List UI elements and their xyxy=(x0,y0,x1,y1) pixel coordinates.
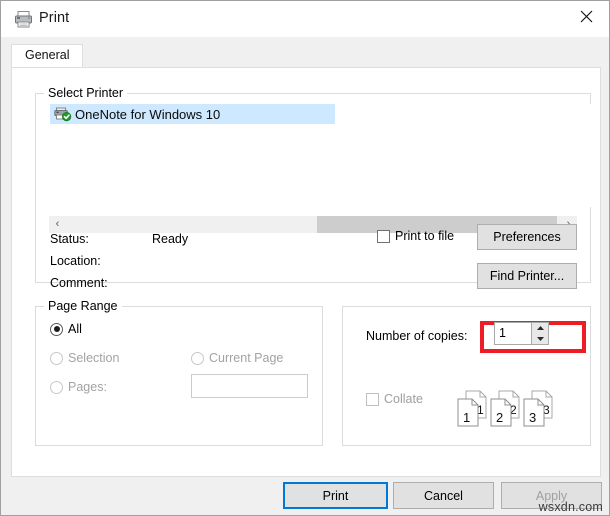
status-label: Status: xyxy=(50,232,89,246)
select-printer-group: Select Printer OneNote for Windows 10 ‹ … xyxy=(35,86,591,290)
radio-pages-label: Pages: xyxy=(68,380,107,394)
title-bar: Print xyxy=(1,1,609,37)
tab-page-general: Select Printer OneNote for Windows 10 ‹ … xyxy=(11,67,601,477)
radio-selection[interactable]: Selection xyxy=(50,351,119,365)
select-printer-legend: Select Printer xyxy=(44,86,128,100)
copies-input[interactable] xyxy=(499,326,529,340)
down-arrow-icon[interactable] xyxy=(532,333,548,344)
copies-group: Number of copies: Collate xyxy=(342,306,591,446)
checkbox-box xyxy=(366,392,379,406)
cancel-button[interactable]: Cancel xyxy=(393,482,494,509)
radio-all-label: All xyxy=(68,322,82,336)
collate-illustration-icon: 1 1 2 2 3 3 xyxy=(455,389,565,431)
collate-checkbox[interactable]: Collate xyxy=(366,392,423,406)
print-to-file-label: Print to file xyxy=(395,229,455,243)
window-title: Print xyxy=(39,10,70,26)
spinner-buttons xyxy=(531,323,548,344)
watermark: wsxdn.com xyxy=(538,500,603,514)
find-printer-button[interactable]: Find Printer... xyxy=(477,263,577,289)
print-dialog: Print General Select Printer OneNote for… xyxy=(0,0,610,516)
radio-indicator xyxy=(50,380,63,394)
print-to-file-checkbox[interactable]: Print to file xyxy=(377,229,454,243)
up-arrow-icon[interactable] xyxy=(532,323,548,334)
scroll-left-icon[interactable]: ‹ xyxy=(49,216,66,233)
page-range-legend: Page Range xyxy=(44,299,122,313)
location-label: Location: xyxy=(50,254,101,268)
preferences-button[interactable]: Preferences xyxy=(477,224,577,250)
pages-input[interactable] xyxy=(191,374,308,398)
printer-default-icon xyxy=(54,106,72,122)
number-of-copies-label: Number of copies: xyxy=(366,329,468,343)
comment-label: Comment: xyxy=(50,276,108,290)
close-button[interactable] xyxy=(563,1,609,32)
radio-current-page[interactable]: Current Page xyxy=(191,351,283,365)
page-range-group: Page Range All Selection Current Page Pa… xyxy=(35,299,323,446)
svg-text:2: 2 xyxy=(496,410,503,425)
collate-label: Collate xyxy=(384,392,423,406)
radio-indicator xyxy=(191,351,204,365)
radio-indicator xyxy=(50,322,63,336)
radio-indicator xyxy=(50,351,63,365)
printer-list[interactable]: OneNote for Windows 10 xyxy=(37,104,591,207)
print-button[interactable]: Print xyxy=(283,482,388,509)
radio-pages[interactable]: Pages: xyxy=(50,380,107,394)
printer-name: OneNote for Windows 10 xyxy=(75,106,221,122)
tab-strip: General xyxy=(1,37,609,68)
radio-current-page-label: Current Page xyxy=(209,351,284,365)
svg-text:3: 3 xyxy=(529,410,536,425)
tab-general[interactable]: General xyxy=(11,44,84,68)
copies-spinner[interactable] xyxy=(494,322,549,345)
status-value: Ready xyxy=(152,232,189,246)
radio-selection-label: Selection xyxy=(68,351,120,365)
list-item[interactable]: OneNote for Windows 10 xyxy=(50,104,335,124)
checkbox-box xyxy=(377,229,390,243)
svg-text:1: 1 xyxy=(463,410,470,425)
printer-icon xyxy=(14,10,33,28)
radio-all[interactable]: All xyxy=(50,322,82,336)
